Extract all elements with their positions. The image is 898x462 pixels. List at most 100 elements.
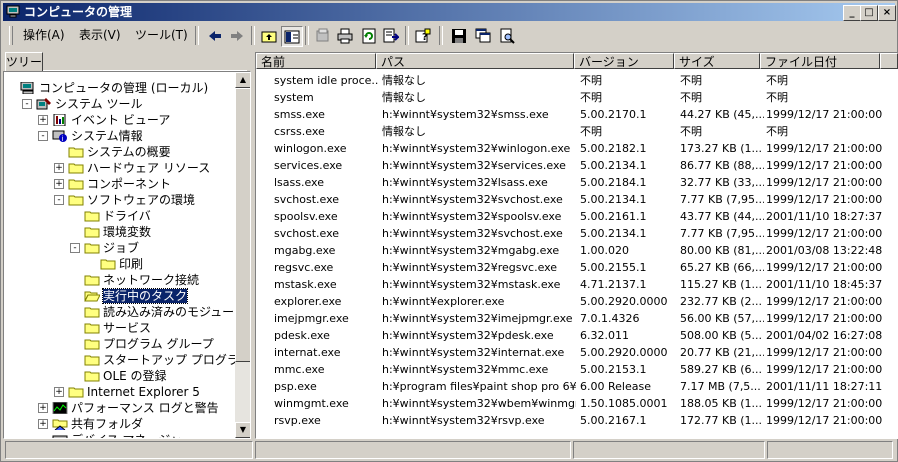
tree-item-program-groups[interactable]: プログラム グループ — [84, 336, 214, 352]
tree-item-label: コンポーネント — [87, 177, 172, 191]
list-row[interactable]: mstask.exe h:¥winnt¥system32¥mstask.exe 4.… — [256, 276, 898, 293]
tree-item-system-info[interactable]: i システム情報 — [52, 128, 143, 144]
cell-name: psp.exe — [274, 380, 317, 393]
expand-icon[interactable]: + — [38, 115, 48, 125]
tree-item-components[interactable]: コンポーネント — [68, 176, 171, 192]
tree-item-software-environment[interactable]: ソフトウェアの環境 — [68, 192, 195, 208]
list-row[interactable]: rsvp.exe h:¥winnt¥system32¥rsvp.exe 5.00.2… — [256, 412, 898, 429]
window-title: コンピュータの管理 — [24, 5, 133, 19]
tree-item-hardware-resources[interactable]: ハードウェア リソース — [68, 160, 210, 176]
tree-item-ole-registration[interactable]: OLE の登録 — [84, 368, 167, 384]
list-row[interactable]: imejpmgr.exe h:¥winnt¥system32¥imejpmgr.e… — [256, 310, 898, 327]
cell-size: 508.00 KB (5... — [680, 329, 763, 342]
expand-icon[interactable]: + — [38, 419, 48, 429]
cell-name: internat.exe — [274, 346, 341, 359]
cell-date: 不明 — [766, 74, 788, 87]
expand-icon[interactable]: + — [54, 163, 64, 173]
list-row[interactable]: lsass.exe h:¥winnt¥system32¥lsass.exe 5.00… — [256, 174, 898, 191]
tree-item-internet-explorer[interactable]: Internet Explorer 5 — [68, 384, 200, 400]
forward-arrow-icon[interactable] — [227, 26, 247, 45]
tree-item-startup-programs[interactable]: スタートアップ プログラム — [84, 352, 250, 368]
collapse-icon[interactable]: - — [38, 131, 48, 141]
scroll-thumb[interactable] — [235, 88, 250, 362]
back-arrow-icon[interactable] — [205, 26, 225, 45]
window-icon[interactable] — [473, 26, 493, 45]
tree-item-environment-variables[interactable]: 環境変数 — [84, 224, 151, 240]
list-row[interactable]: svchost.exe h:¥winnt¥system32¥svchost.exe… — [256, 191, 898, 208]
tree-item-shared-folders[interactable]: 共有フォルダ — [52, 416, 143, 432]
list-row[interactable]: smss.exe h:¥winnt¥system32¥smss.exe 5.00.2… — [256, 106, 898, 123]
column-header-size[interactable]: サイズ — [674, 53, 760, 69]
list-row[interactable]: csrss.exe 情報なし 不明 不明 不明 — [256, 123, 898, 140]
up-folder-icon[interactable] — [259, 26, 279, 45]
scroll-up-icon[interactable]: ▲ — [235, 72, 250, 88]
column-header-version[interactable]: バージョン — [574, 53, 674, 69]
tree-tab[interactable]: ツリー — [5, 52, 43, 71]
collapse-icon[interactable]: - — [22, 99, 32, 109]
column-header-name[interactable]: 名前 — [256, 53, 376, 69]
list-row[interactable]: system idle proce... 情報なし 不明 不明 不明 — [256, 72, 898, 89]
show-tree-icon[interactable] — [281, 26, 303, 47]
refresh-icon[interactable] — [359, 26, 379, 45]
tree-item-label: 共有フォルダ — [71, 417, 144, 431]
collapse-icon[interactable]: - — [70, 243, 80, 253]
list-row[interactable]: internat.exe h:¥winnt¥system32¥internat.e… — [256, 344, 898, 361]
tree-item-system-summary[interactable]: システムの概要 — [68, 144, 171, 160]
list-row[interactable]: svchost.exe h:¥winnt¥system32¥svchost.exe… — [256, 225, 898, 242]
minimize-button[interactable]: _ — [843, 5, 861, 21]
export-icon[interactable] — [381, 26, 401, 45]
menu-tools[interactable]: ツール(T) — [135, 27, 188, 43]
list-row[interactable]: explorer.exe h:¥winnt¥explorer.exe 5.00.29… — [256, 293, 898, 310]
list-row[interactable]: spoolsv.exe h:¥winnt¥system32¥spoolsv.exe… — [256, 208, 898, 225]
tree-item-services[interactable]: サービス — [84, 320, 151, 336]
list-row[interactable]: winmgmt.exe h:¥winnt¥system32¥wbem¥winmgm… — [256, 395, 898, 412]
list-row[interactable]: winlogon.exe h:¥winnt¥system32¥winlogon.e… — [256, 140, 898, 157]
tree-item-performance-logs[interactable]: パフォーマンス ログと警告 — [52, 400, 219, 416]
tree-item-jobs[interactable]: ジョブ — [84, 240, 139, 256]
tree-item-network-connections[interactable]: ネットワーク接続 — [84, 272, 199, 288]
list-row[interactable]: pdesk.exe h:¥winnt¥system32¥pdesk.exe 6.32… — [256, 327, 898, 344]
cell-date: 1999/12/17 21:00:00 — [766, 159, 883, 172]
save-icon[interactable] — [449, 26, 469, 45]
tree-item-print[interactable]: 印刷 — [100, 256, 143, 272]
list-row[interactable]: system 情報なし 不明 不明 不明 — [256, 89, 898, 106]
cell-size: 115.27 KB (1... — [680, 278, 763, 291]
tree-item-label: ネットワーク接続 — [103, 273, 200, 287]
scroll-down-icon[interactable]: ▼ — [235, 422, 250, 438]
menu-action[interactable]: 操作(A) — [23, 27, 65, 43]
tree-item-loaded-modules[interactable]: 読み込み済みのモジュール — [84, 304, 246, 320]
column-header-date[interactable]: ファイル日付 — [760, 53, 880, 69]
tree-item-drivers[interactable]: ドライバ — [84, 208, 151, 224]
list-row[interactable]: regsvc.exe h:¥winnt¥system32¥regsvc.exe 5.… — [256, 259, 898, 276]
cell-date: 1999/12/17 21:00:00 — [766, 108, 883, 121]
tree-item-event-viewer[interactable]: イベント ビューア — [52, 112, 170, 128]
expand-icon[interactable]: + — [54, 387, 64, 397]
cell-size: 65.27 KB (66,... — [680, 261, 764, 274]
collapse-icon[interactable]: - — [54, 195, 64, 205]
list-row[interactable]: services.exe h:¥winnt¥system32¥services.e… — [256, 157, 898, 174]
help-icon[interactable]: ? — [413, 26, 433, 45]
list-row[interactable]: mmc.exe h:¥winnt¥system32¥mmc.exe 5.00.215… — [256, 361, 898, 378]
menu-view[interactable]: 表示(V) — [79, 27, 121, 43]
expand-icon[interactable]: + — [54, 179, 64, 189]
close-button[interactable]: × — [878, 5, 896, 21]
tree-item-label: システムの概要 — [87, 145, 171, 159]
toolbar-separator — [305, 26, 309, 45]
list-row[interactable]: psp.exe h:¥program files¥paint shop pro 6… — [256, 378, 898, 395]
properties-icon[interactable] — [313, 26, 333, 45]
tree-scrollbar[interactable]: ▲ ▼ — [235, 72, 250, 438]
list-row[interactable]: mgabg.exe h:¥winnt¥system32¥mgabg.exe 1.00… — [256, 242, 898, 259]
print-icon[interactable] — [335, 26, 355, 45]
find-icon[interactable] — [497, 26, 517, 45]
column-header-path[interactable]: パス — [376, 53, 574, 69]
tree-item-device-manager[interactable]: デバイス マネージャ — [52, 432, 182, 438]
cell-version: 6.00 Release — [580, 380, 651, 393]
folder-icon — [84, 337, 103, 351]
expand-icon[interactable]: + — [38, 403, 48, 413]
title-bar[interactable]: コンピュータの管理 _ □ × — [3, 3, 896, 21]
tree-item-running-tasks[interactable]: 実行中のタスク — [84, 288, 189, 304]
cell-name: regsvc.exe — [274, 261, 334, 274]
tree-root-computer-management[interactable]: コンピュータの管理 (ローカル) — [20, 80, 208, 96]
tree-item-system-tools[interactable]: システム ツール — [36, 96, 142, 112]
maximize-button[interactable]: □ — [860, 5, 878, 21]
